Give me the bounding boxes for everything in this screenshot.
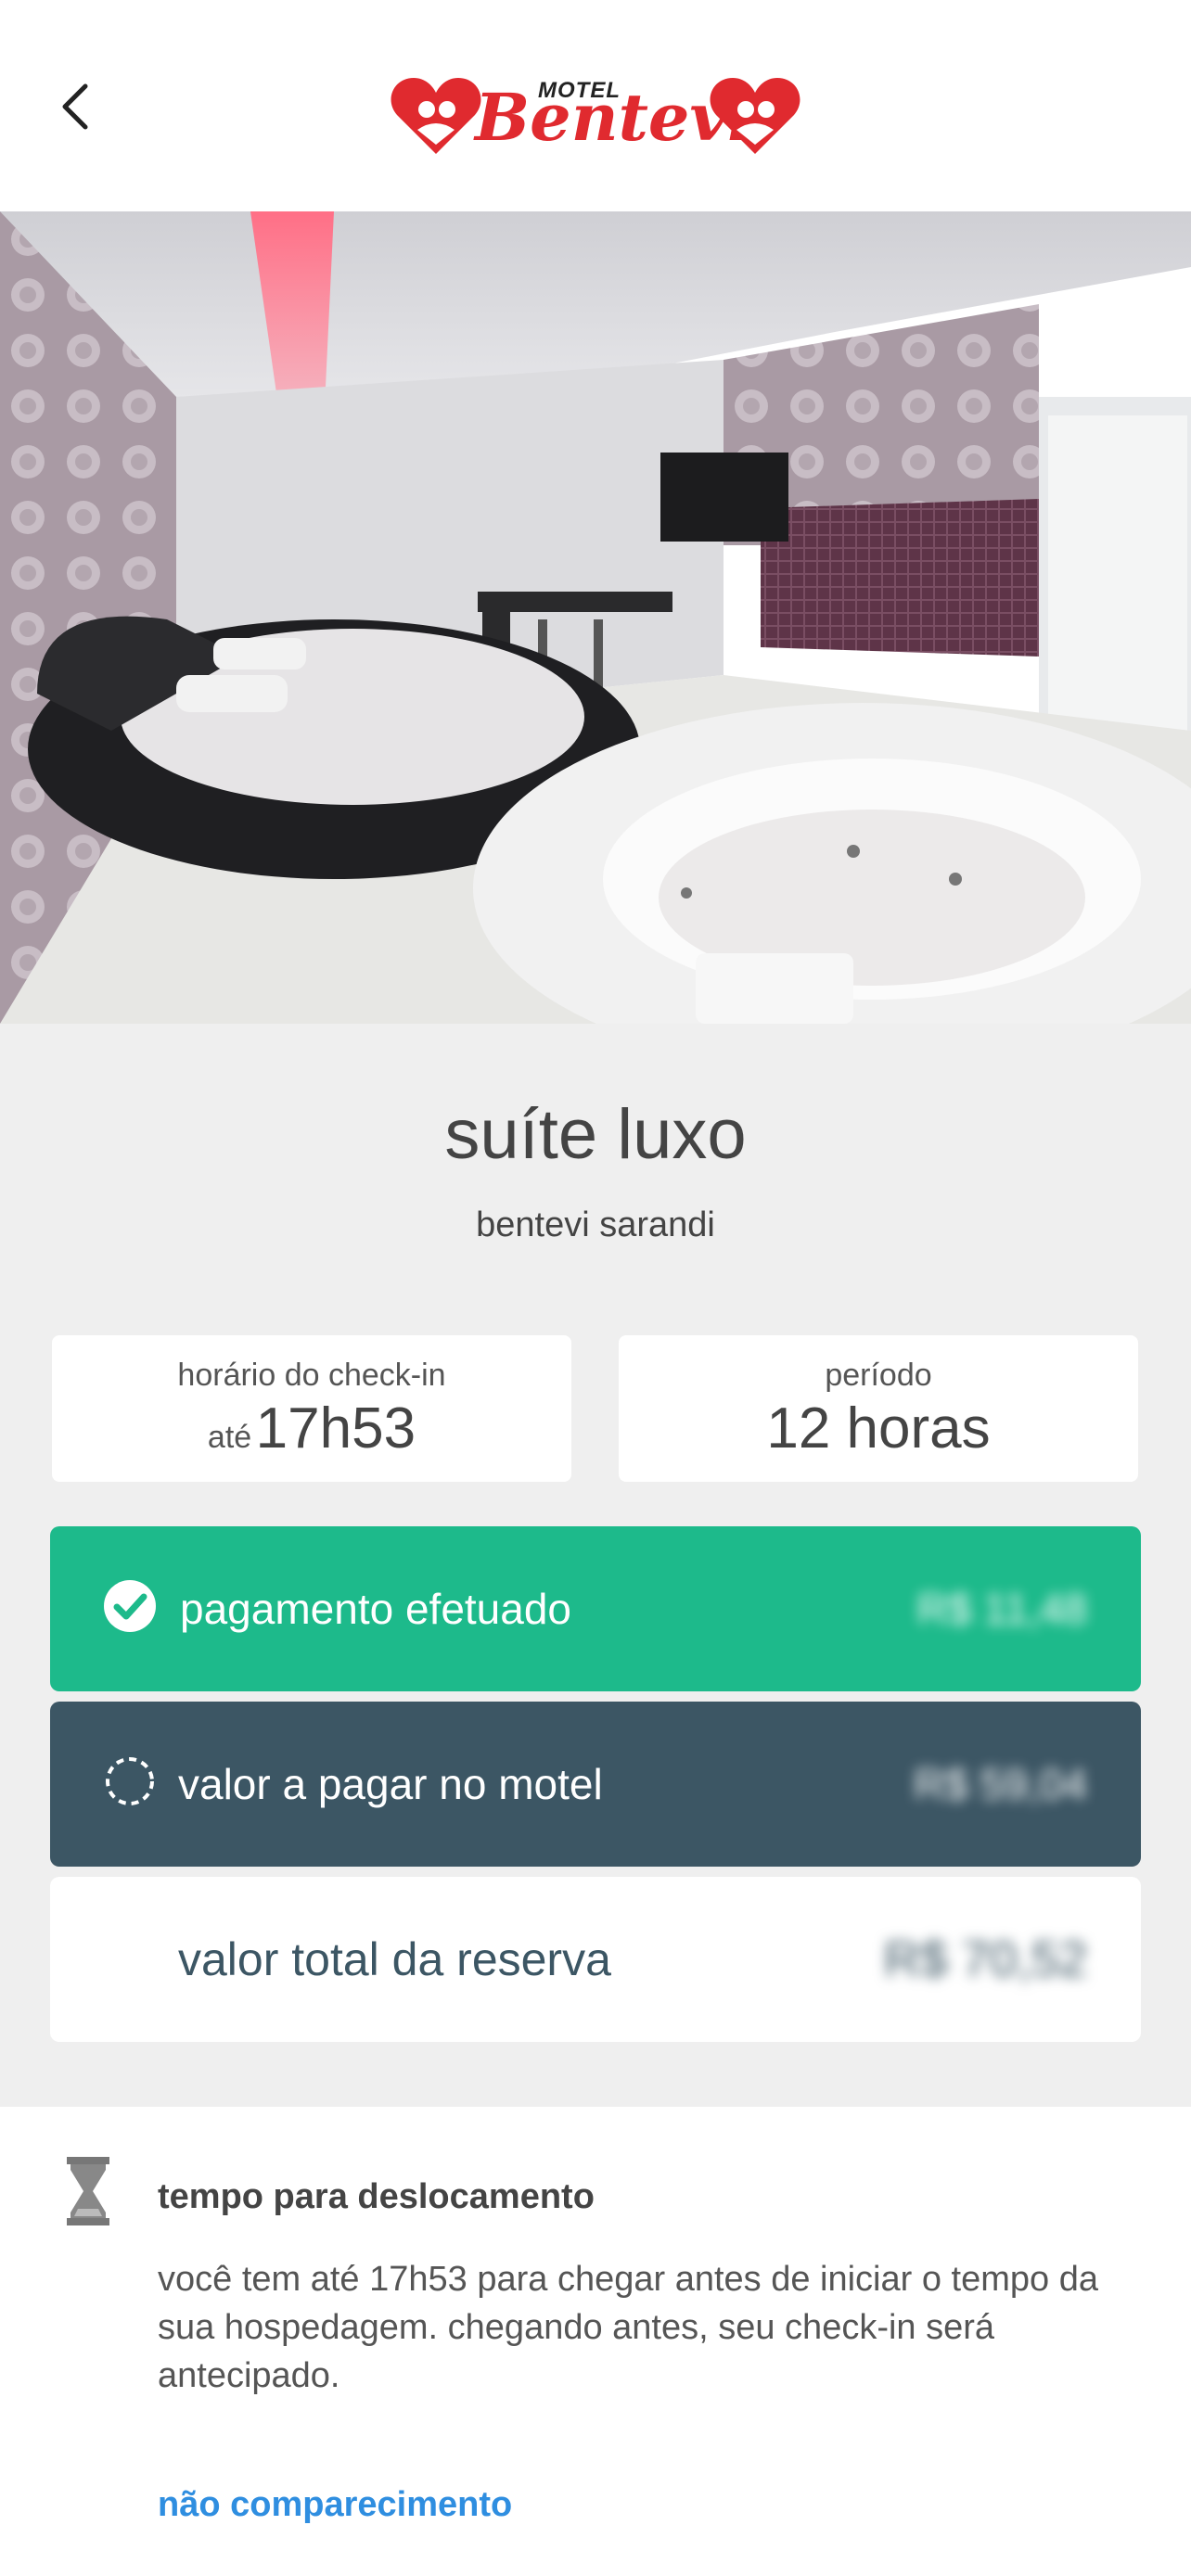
suite-location: bentevi sarandi bbox=[476, 1205, 715, 1244]
travel-time-title: tempo para deslocamento bbox=[158, 2177, 595, 2216]
pay-at-motel-amount: R$ 59,04 bbox=[914, 1760, 1087, 1808]
reservation-total-amount: R$ 70,52 bbox=[883, 1932, 1087, 1987]
heart-right-icon bbox=[710, 78, 800, 154]
checkin-time: 17h53 bbox=[255, 1396, 416, 1460]
reservation-total-row: valor total da reserva R$ 70,52 bbox=[50, 1877, 1141, 2042]
travel-time-description: você tem até 17h53 para chegar antes de … bbox=[158, 2260, 1098, 2395]
back-button[interactable] bbox=[48, 74, 104, 139]
no-show-link[interactable]: não comparecimento bbox=[158, 2485, 512, 2525]
logo-name-text: Bentevi bbox=[475, 79, 752, 156]
period-card: período 12 horas bbox=[619, 1335, 1138, 1482]
app-header: MOTEL Bentevi bbox=[0, 0, 1191, 211]
suite-title: suíte luxo bbox=[444, 1095, 747, 1174]
hourglass-icon bbox=[67, 2157, 109, 2225]
heart-left-icon bbox=[391, 78, 481, 154]
suite-photo bbox=[0, 211, 1191, 1024]
period-value: 12 horas bbox=[766, 1396, 991, 1460]
pay-at-motel-label: valor a pagar no motel bbox=[178, 1760, 603, 1808]
checkin-label: horário do check-in bbox=[177, 1358, 446, 1393]
motel-logo: MOTEL Bentevi bbox=[390, 72, 801, 156]
checkin-prefix: até bbox=[207, 1420, 252, 1455]
period-label: período bbox=[825, 1358, 932, 1393]
checkin-card: horário do check-in até 17h53 bbox=[52, 1335, 571, 1482]
payment-made-row: pagamento efetuado R$ 11,48 bbox=[50, 1526, 1141, 1691]
pay-at-motel-row: valor a pagar no motel R$ 59,04 bbox=[50, 1702, 1141, 1867]
payment-made-amount: R$ 11,48 bbox=[916, 1585, 1087, 1633]
dashed-circle-icon bbox=[102, 1753, 158, 1809]
reservation-total-label: valor total da reserva bbox=[178, 1933, 611, 1985]
check-circle-icon bbox=[102, 1578, 158, 1634]
chevron-left-icon bbox=[62, 83, 88, 130]
payment-made-label: pagamento efetuado bbox=[180, 1585, 572, 1633]
